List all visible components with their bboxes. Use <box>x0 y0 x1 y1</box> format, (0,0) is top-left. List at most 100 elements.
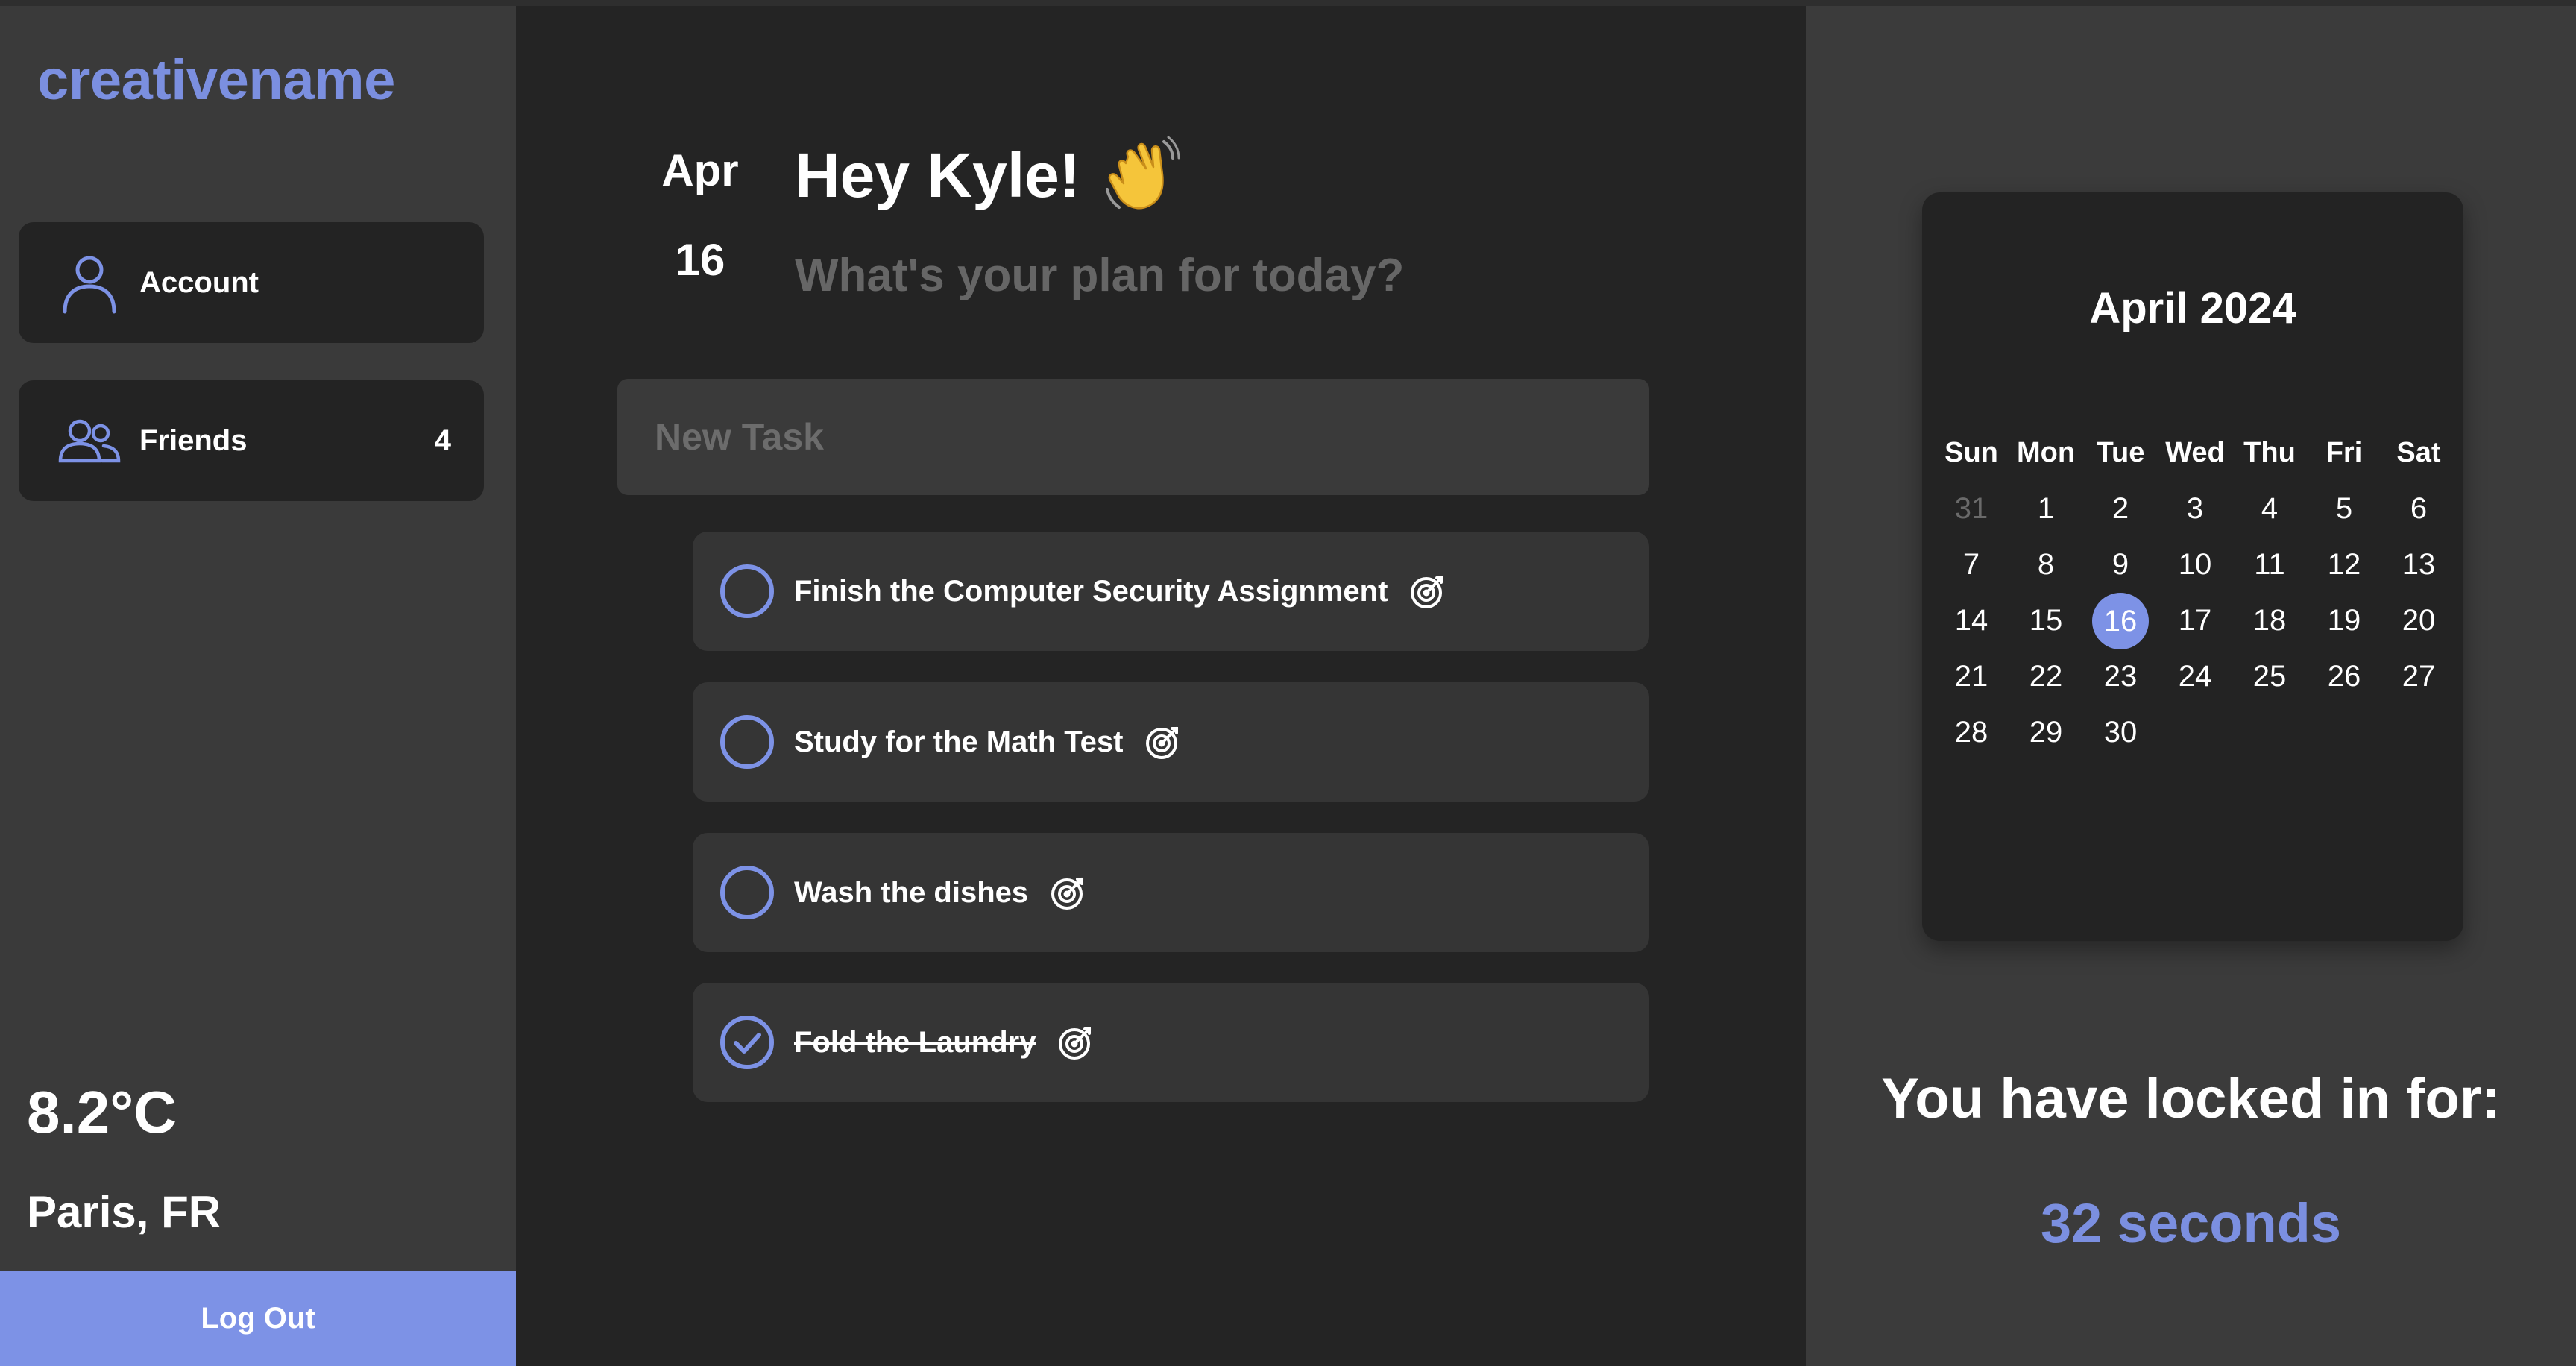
target-icon[interactable] <box>1144 723 1182 761</box>
main-panel: Apr 16 Hey Kyle! What's your plan for to… <box>516 6 1806 1366</box>
task-item[interactable]: Study for the Math Test <box>693 682 1649 802</box>
calendar-day-number: 25 <box>2252 660 2287 693</box>
calendar-day[interactable]: 12 <box>2307 537 2381 593</box>
calendar-day[interactable]: 17 <box>2158 593 2232 649</box>
task-label: Wash the dishes <box>794 873 1088 912</box>
calendar-day[interactable]: 4 <box>2232 481 2307 537</box>
target-icon[interactable] <box>1056 1023 1095 1062</box>
sidebar-item-account[interactable]: Account <box>19 222 484 343</box>
calendar-day-number: 23 <box>2103 660 2138 693</box>
task-item[interactable]: Finish the Computer Security Assignment <box>693 532 1649 651</box>
calendar-day[interactable]: 1 <box>2009 481 2083 537</box>
logout-button[interactable]: Log Out <box>0 1271 516 1366</box>
calendar-day-number: 27 <box>2402 660 2436 693</box>
task-text: Study for the Math Test <box>794 725 1124 758</box>
task-checkbox[interactable] <box>719 714 775 769</box>
calendar-day[interactable]: 29 <box>2009 705 2083 761</box>
calendar-day[interactable]: 31 <box>1934 481 2009 537</box>
calendar-day-number: 29 <box>2029 716 2063 749</box>
calendar-day[interactable]: 23 <box>2083 649 2158 705</box>
task-label: Finish the Computer Security Assignment <box>794 572 1447 611</box>
calendar-day[interactable]: 8 <box>2009 537 2083 593</box>
user-icon <box>56 249 123 316</box>
calendar-day-number: 16 <box>2092 593 2149 649</box>
calendar-day-number: 10 <box>2178 548 2212 581</box>
task-checkbox[interactable] <box>719 865 775 920</box>
target-icon[interactable] <box>1049 873 1088 912</box>
calendar-day[interactable]: 27 <box>2381 649 2456 705</box>
task-checkbox-checked[interactable] <box>719 1015 775 1070</box>
calendar-day-number: 26 <box>2327 660 2361 693</box>
calendar-day-number: 22 <box>2029 660 2063 693</box>
calendar-day-number: 30 <box>2103 716 2138 749</box>
calendar-day[interactable]: 6 <box>2381 481 2456 537</box>
calendar-day[interactable]: 25 <box>2232 649 2307 705</box>
sidebar-item-friends[interactable]: Friends 4 <box>19 380 484 501</box>
calendar-weekday: Thu <box>2243 437 2296 468</box>
focus-timer-label: You have locked in for: <box>1881 1067 2501 1130</box>
calendar-day-number: 18 <box>2252 604 2287 637</box>
calendar-day[interactable]: 5 <box>2307 481 2381 537</box>
calendar-grid: Sun Mon Tue Wed Thu Fri Sat 31 1 2 3 4 5 6 7 8 9 10 11 12 13… <box>1934 425 2456 761</box>
calendar-day-today[interactable]: 16 <box>2083 593 2158 649</box>
target-icon[interactable] <box>1408 572 1447 611</box>
calendar-day-number: 5 <box>2335 492 2353 525</box>
calendar-day-number: 2 <box>2111 492 2129 525</box>
calendar-day[interactable]: 11 <box>2232 537 2307 593</box>
calendar-title: April 2024 <box>2089 284 2296 333</box>
task-item[interactable]: Wash the dishes <box>693 833 1649 952</box>
calendar-day-number: 1 <box>2037 492 2055 525</box>
calendar-weekday: Wed <box>2165 437 2225 468</box>
calendar-day-number: 11 <box>2254 548 2285 581</box>
task-label: Fold the Laundry <box>794 1023 1095 1062</box>
focus-timer-value: 32 seconds <box>2040 1192 2342 1254</box>
calendar-weekday: Sun <box>1944 437 1998 468</box>
date-day: 16 <box>675 235 725 285</box>
calendar-day-number: 13 <box>2402 548 2436 581</box>
sidebar: creativename Account Friends 4 8.2°C Par… <box>0 6 516 1366</box>
calendar-day[interactable]: 3 <box>2158 481 2232 537</box>
calendar-day[interactable]: 9 <box>2083 537 2158 593</box>
brand-logo[interactable]: creativename <box>37 48 395 113</box>
right-panel: April 2024 Sun Mon Tue Wed Thu Fri Sat 31 1 2 3 4 5 6… <box>1806 6 2576 1366</box>
new-task-input[interactable] <box>617 379 1649 495</box>
sidebar-item-label: Friends <box>139 424 248 457</box>
task-text: Finish the Computer Security Assignment <box>794 574 1388 608</box>
calendar-day[interactable]: 13 <box>2381 537 2456 593</box>
weather-temperature: 8.2°C <box>27 1079 177 1145</box>
sidebar-item-label: Account <box>139 265 259 299</box>
calendar-day-number: 9 <box>2111 548 2129 581</box>
calendar-day-number: 24 <box>2178 660 2212 693</box>
calendar-day[interactable]: 30 <box>2083 705 2158 761</box>
task-checkbox[interactable] <box>719 564 775 619</box>
greeting-subtitle: What's your plan for today? <box>795 250 1405 301</box>
calendar-day[interactable]: 24 <box>2158 649 2232 705</box>
calendar-day[interactable]: 26 <box>2307 649 2381 705</box>
greeting-heading: Hey Kyle! <box>795 134 1182 216</box>
calendar-weekday: Fri <box>2325 437 2363 468</box>
calendar-day[interactable]: 20 <box>2381 593 2456 649</box>
calendar-day-number: 31 <box>1954 492 1988 525</box>
calendar-day-number: 15 <box>2029 604 2063 637</box>
calendar-day[interactable]: 21 <box>1934 649 2009 705</box>
calendar-day[interactable]: 19 <box>2307 593 2381 649</box>
calendar-weekday: Mon <box>2016 437 2076 468</box>
task-text: Fold the Laundry <box>794 1025 1036 1059</box>
task-text: Wash the dishes <box>794 875 1029 909</box>
calendar-day[interactable]: 28 <box>1934 705 2009 761</box>
calendar-day-number: 14 <box>1954 604 1988 637</box>
calendar-day-number: 20 <box>2402 604 2436 637</box>
task-label: Study for the Math Test <box>794 723 1182 761</box>
greeting-text: Hey Kyle! <box>795 139 1080 210</box>
task-item[interactable]: Fold the Laundry <box>693 983 1649 1102</box>
calendar-day[interactable]: 14 <box>1934 593 2009 649</box>
calendar-day[interactable]: 7 <box>1934 537 2009 593</box>
calendar-day[interactable]: 15 <box>2009 593 2083 649</box>
calendar-day[interactable]: 22 <box>2009 649 2083 705</box>
calendar-day-number: 17 <box>2178 604 2212 637</box>
calendar-day[interactable]: 2 <box>2083 481 2158 537</box>
calendar-day[interactable]: 18 <box>2232 593 2307 649</box>
weather-location: Paris, FR <box>27 1187 221 1237</box>
calendar-day[interactable]: 10 <box>2158 537 2232 593</box>
calendar-widget: April 2024 Sun Mon Tue Wed Thu Fri Sat 31 1 2 3 4 5 6… <box>1922 192 2463 941</box>
